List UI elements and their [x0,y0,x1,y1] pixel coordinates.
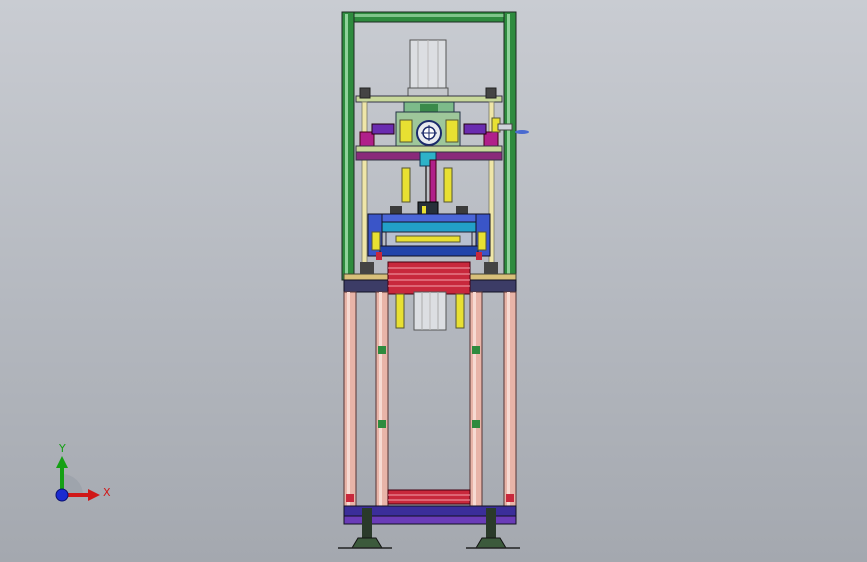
lower-cylinder [395,291,465,331]
cad-model-view[interactable] [0,0,867,562]
x-axis-label: X [103,486,111,499]
top-cylinder [407,39,449,97]
lower-fixture [367,213,491,260]
middle-plate [355,145,503,167]
table-plate [343,261,517,295]
graphics-viewport[interactable]: Y X [0,0,867,562]
bottom-base [338,489,520,549]
y-axis-label: Y [59,442,66,455]
